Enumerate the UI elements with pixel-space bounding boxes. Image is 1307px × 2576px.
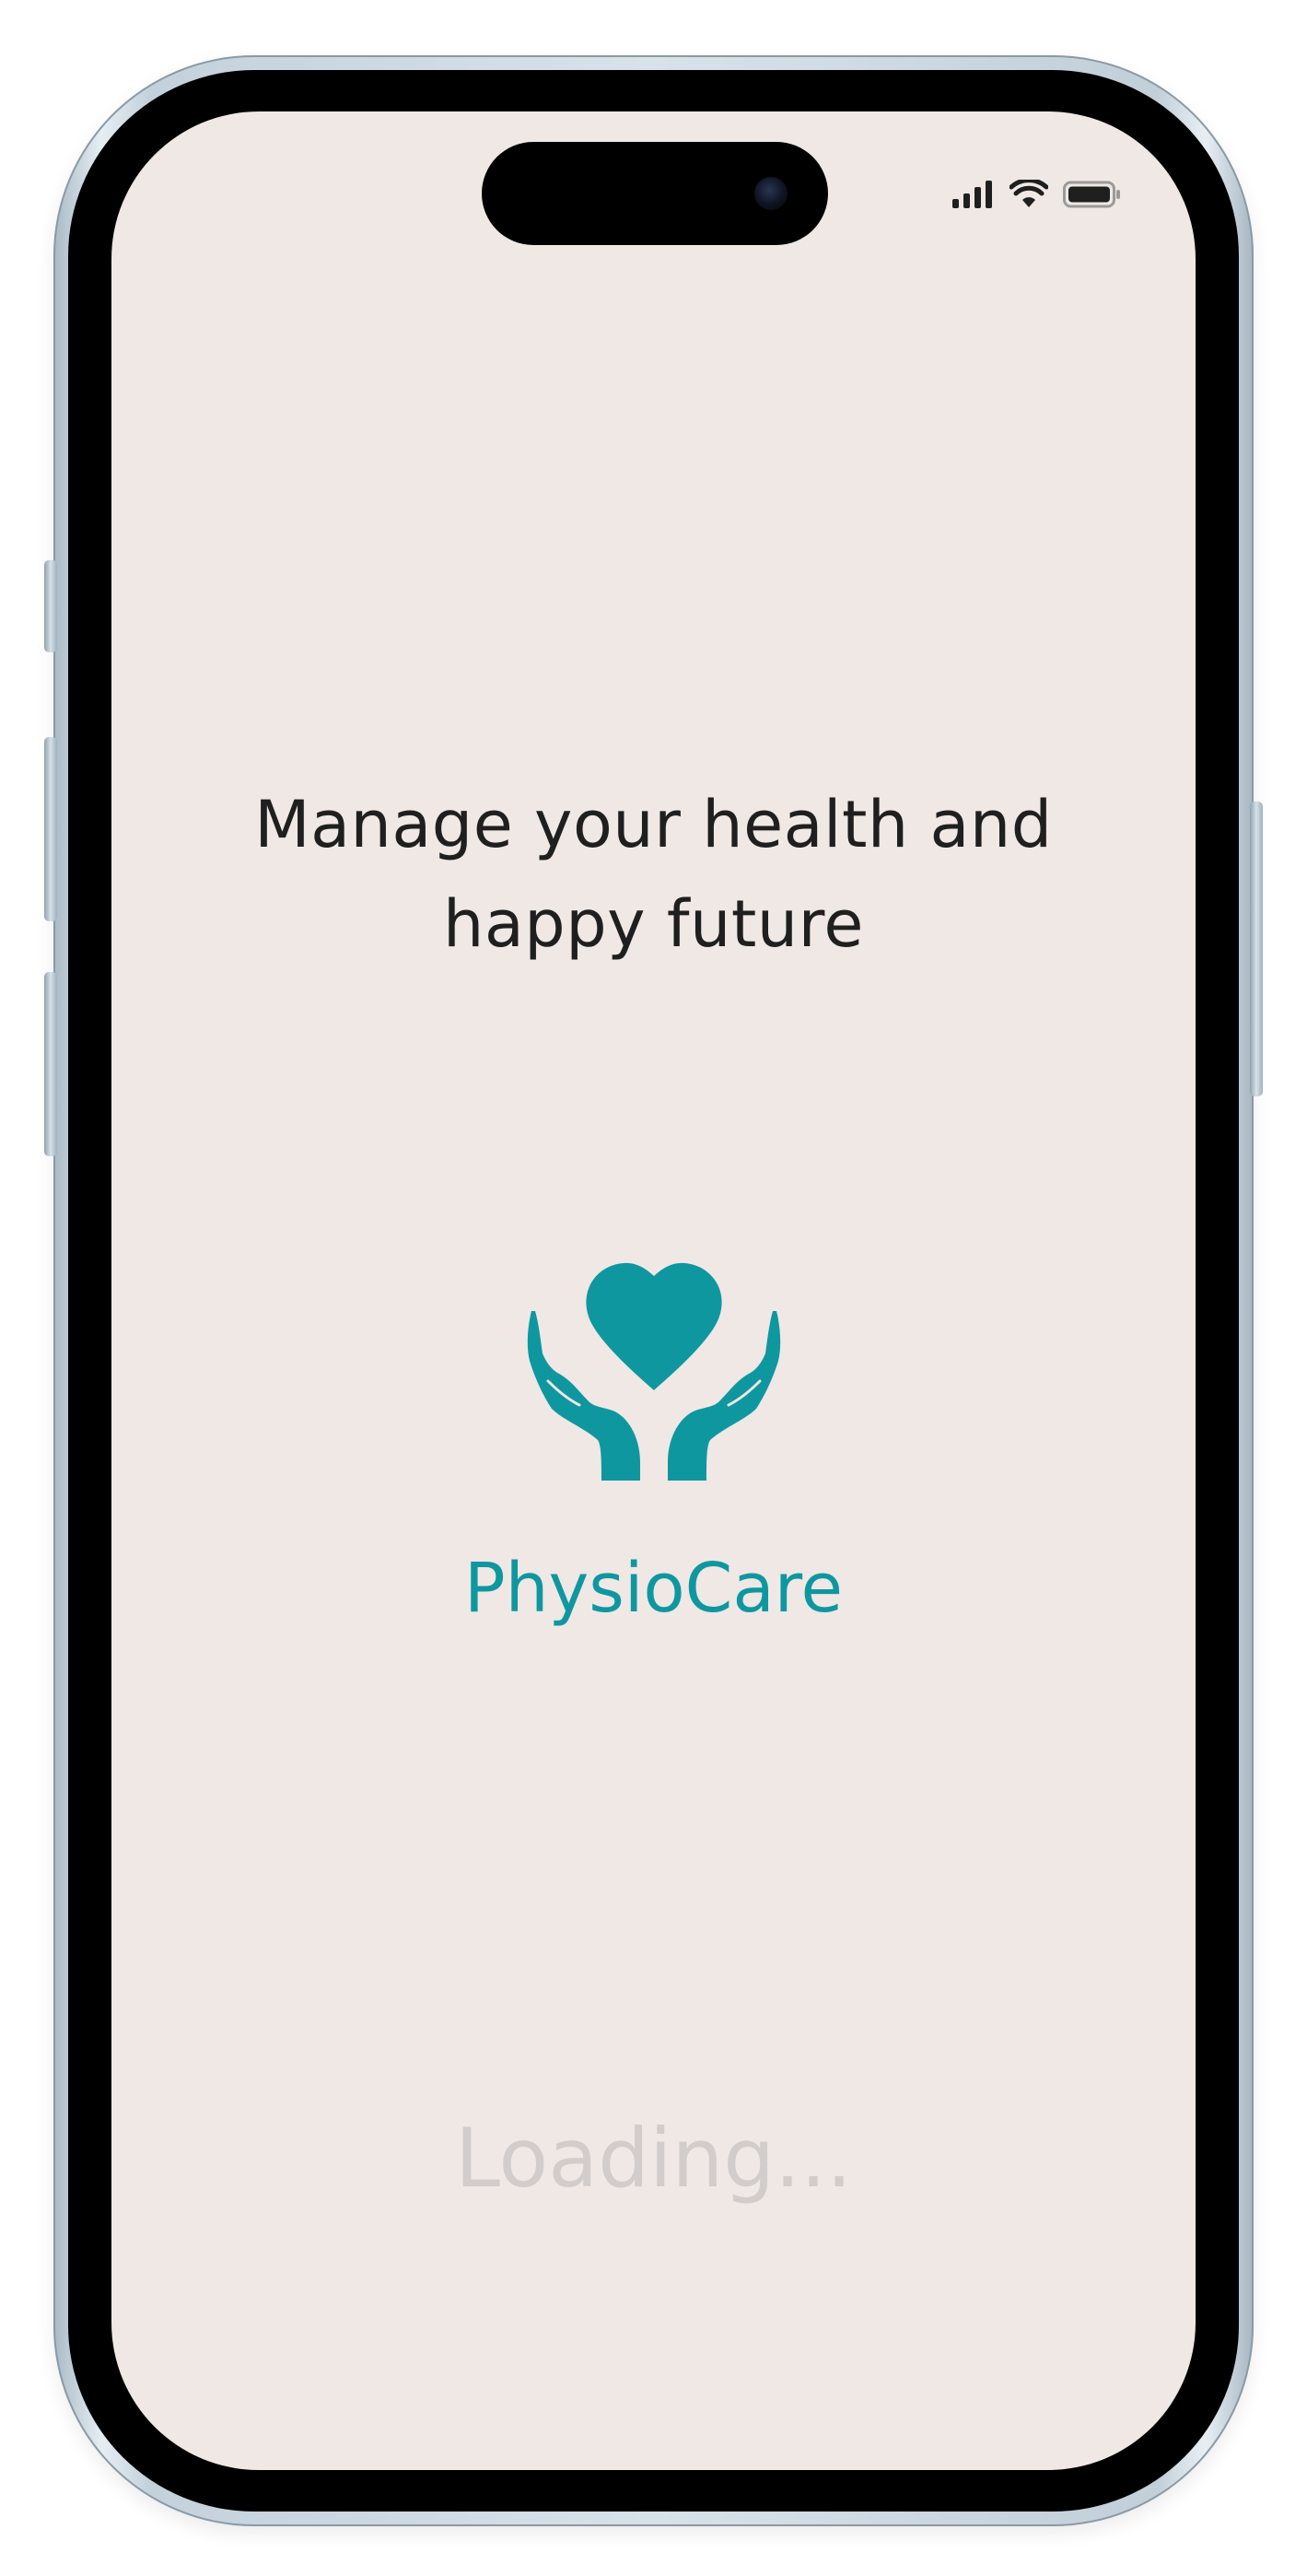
wifi-icon <box>1009 180 1048 209</box>
action-button <box>44 560 57 652</box>
headline-line-1: Manage your health and <box>254 787 1053 862</box>
brand-name: PhysioCare <box>463 1549 844 1628</box>
hands-holding-heart-icon <box>511 1245 797 1512</box>
dynamic-island <box>482 142 828 245</box>
status-bar <box>952 176 1122 213</box>
volume-up-button <box>44 737 57 921</box>
loading-text: Loading... <box>454 2111 853 2206</box>
cellular-signal-icon <box>952 181 995 208</box>
volume-down-button <box>44 972 57 1156</box>
battery-icon <box>1063 181 1122 208</box>
splash-headline: Manage your health and happy future <box>111 775 1196 974</box>
front-camera <box>754 177 788 210</box>
power-button <box>1250 802 1263 1096</box>
splash-screen: Manage your health and happy future Phys… <box>111 111 1196 2470</box>
headline-line-2: happy future <box>443 886 864 962</box>
